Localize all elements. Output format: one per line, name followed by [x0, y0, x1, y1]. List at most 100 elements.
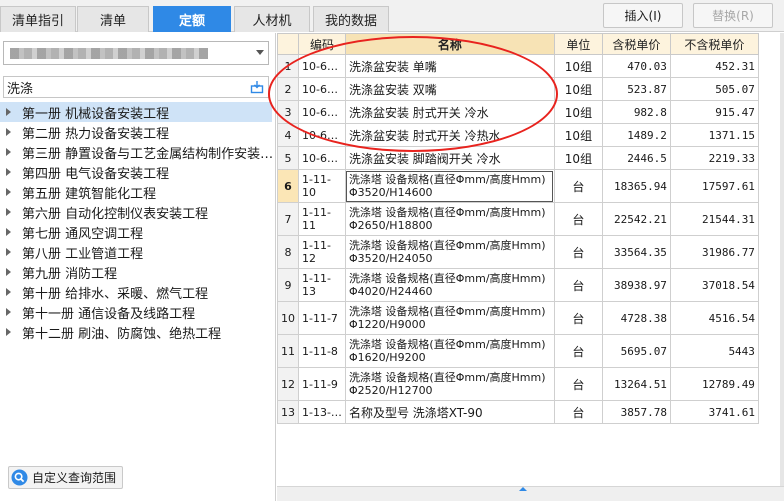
tree-item[interactable]: 第十一册 通信设备及线路工程	[0, 302, 272, 322]
cell-unit[interactable]: 台	[553, 268, 603, 302]
expand-arrow-icon[interactable]	[6, 308, 11, 316]
search-icon[interactable]	[250, 80, 264, 94]
cell-name[interactable]: 洗涤盆安装 单嘴	[344, 54, 555, 78]
table-row[interactable]: 1 10-6… 洗涤盆安装 单嘴 10组 470.03 452.31	[277, 54, 759, 78]
library-select[interactable]	[3, 41, 269, 65]
table-row[interactable]: 3 10-6… 洗涤盆安装 肘式开关 冷水 10组 982.8 915.47	[277, 100, 759, 124]
expand-arrow-icon[interactable]	[6, 248, 11, 256]
cell-name[interactable]: 洗涤塔 设备规格(直径Φmm/高度Hmm) Φ1220/H9000	[344, 301, 555, 335]
table-row[interactable]: 10 1-11-7 洗涤塔 设备规格(直径Φmm/高度Hmm) Φ1220/H9…	[277, 301, 759, 335]
collapse-arrow-icon[interactable]	[519, 487, 527, 491]
cell-notax-price[interactable]: 2219.33	[669, 146, 759, 170]
chevron-down-icon[interactable]	[256, 50, 264, 55]
expand-arrow-icon[interactable]	[6, 148, 11, 156]
cell-unit[interactable]: 台	[553, 334, 603, 368]
cell-name[interactable]: 洗涤盆安装 肘式开关 冷水	[344, 100, 555, 124]
cell-notax-price[interactable]: 5443	[669, 334, 759, 368]
cell-tax-price[interactable]: 982.8	[601, 100, 671, 124]
cell-code[interactable]: 10-6…	[298, 146, 346, 170]
cell-notax-price[interactable]: 4516.54	[669, 301, 759, 335]
cell-notax-price[interactable]: 31986.77	[669, 235, 759, 269]
expand-arrow-icon[interactable]	[6, 108, 11, 116]
header-notax-price[interactable]: 不含税单价	[669, 33, 759, 55]
cell-name[interactable]: 洗涤盆安装 双嘴	[344, 77, 555, 101]
cell-name[interactable]: 洗涤塔 设备规格(直径Φmm/高度Hmm) Φ3520/H14600	[344, 169, 555, 203]
header-name[interactable]: 名称	[344, 33, 555, 55]
search-input[interactable]: 洗涤	[3, 76, 269, 98]
cell-notax-price[interactable]: 1371.15	[669, 123, 759, 147]
cell-tax-price[interactable]: 38938.97	[601, 268, 671, 302]
tree-item[interactable]: 第一册 机械设备安装工程	[0, 102, 272, 122]
tab-list[interactable]: 清单	[77, 6, 149, 32]
replace-button[interactable]: 替换(R)	[693, 3, 773, 28]
tab-quota[interactable]: 定额	[153, 6, 231, 32]
table-row[interactable]: 4 10-6… 洗涤盆安装 肘式开关 冷热水 10组 1489.2 1371.1…	[277, 123, 759, 147]
table-row[interactable]: 11 1-11-8 洗涤塔 设备规格(直径Φmm/高度Hmm) Φ1620/H9…	[277, 334, 759, 368]
cell-tax-price[interactable]: 18365.94	[601, 169, 671, 203]
table-row[interactable]: 5 10-6… 洗涤盆安装 脚踏阀开关 冷水 10组 2446.5 2219.3…	[277, 146, 759, 170]
cell-notax-price[interactable]: 17597.61	[669, 169, 759, 203]
table-row[interactable]: 13 1-13-… 名称及型号 洗涤塔XT-90 台 3857.78 3741.…	[277, 400, 759, 424]
cell-unit[interactable]: 10组	[553, 100, 603, 124]
cell-unit[interactable]: 台	[553, 301, 603, 335]
cell-tax-price[interactable]: 2446.5	[601, 146, 671, 170]
tab-list-guide[interactable]: 清单指引	[0, 6, 76, 32]
table-row[interactable]: 9 1-11-13 洗涤塔 设备规格(直径Φmm/高度Hmm) Φ4020/H2…	[277, 268, 759, 302]
tree-item[interactable]: 第二册 热力设备安装工程	[0, 122, 272, 142]
tab-labor-material-machine[interactable]: 人材机	[234, 6, 310, 32]
cell-unit[interactable]: 10组	[553, 146, 603, 170]
expand-arrow-icon[interactable]	[6, 168, 11, 176]
cell-tax-price[interactable]: 523.87	[601, 77, 671, 101]
tree-item[interactable]: 第六册 自动化控制仪表安装工程	[0, 202, 272, 222]
table-row[interactable]: 7 1-11-11 洗涤塔 设备规格(直径Φmm/高度Hmm) Φ2650/H1…	[277, 202, 759, 236]
cell-code[interactable]: 1-11-12	[298, 235, 346, 269]
vertical-scrollbar[interactable]	[780, 33, 784, 486]
cell-notax-price[interactable]: 505.07	[669, 77, 759, 101]
tree-item[interactable]: 第十二册 刷油、防腐蚀、绝热工程	[0, 322, 272, 342]
cell-tax-price[interactable]: 4728.38	[601, 301, 671, 335]
cell-code[interactable]: 10-6…	[298, 54, 346, 78]
cell-notax-price[interactable]: 37018.54	[669, 268, 759, 302]
cell-code[interactable]: 1-11-10	[298, 169, 346, 203]
cell-unit[interactable]: 10组	[553, 54, 603, 78]
horizontal-scrollbar[interactable]	[277, 486, 784, 501]
cell-unit[interactable]: 台	[553, 235, 603, 269]
cell-code[interactable]: 10-6…	[298, 77, 346, 101]
cell-notax-price[interactable]: 915.47	[669, 100, 759, 124]
table-row-current[interactable]: 6 1-11-10 洗涤塔 设备规格(直径Φmm/高度Hmm) Φ3520/H1…	[277, 169, 759, 203]
cell-name[interactable]: 洗涤塔 设备规格(直径Φmm/高度Hmm) Φ3520/H24050	[344, 235, 555, 269]
cell-notax-price[interactable]: 452.31	[669, 54, 759, 78]
cell-tax-price[interactable]: 13264.51	[601, 367, 671, 401]
cell-unit[interactable]: 台	[553, 367, 603, 401]
cell-code[interactable]: 1-11-7	[298, 301, 346, 335]
cell-tax-price[interactable]: 470.03	[601, 54, 671, 78]
cell-unit[interactable]: 台	[553, 400, 603, 424]
cell-tax-price[interactable]: 3857.78	[601, 400, 671, 424]
cell-tax-price[interactable]: 22542.21	[601, 202, 671, 236]
table-row[interactable]: 2 10-6… 洗涤盆安装 双嘴 10组 523.87 505.07	[277, 77, 759, 101]
expand-arrow-icon[interactable]	[6, 268, 11, 276]
tree-item[interactable]: 第十册 给排水、采暖、燃气工程	[0, 282, 272, 302]
cell-notax-price[interactable]: 3741.61	[669, 400, 759, 424]
cell-tax-price[interactable]: 1489.2	[601, 123, 671, 147]
expand-arrow-icon[interactable]	[6, 128, 11, 136]
cell-name[interactable]: 洗涤盆安装 脚踏阀开关 冷水	[344, 146, 555, 170]
cell-unit[interactable]: 台	[553, 169, 603, 203]
insert-button[interactable]: 插入(I)	[603, 3, 683, 28]
table-row[interactable]: 12 1-11-9 洗涤塔 设备规格(直径Φmm/高度Hmm) Φ2520/H1…	[277, 367, 759, 401]
cell-notax-price[interactable]: 12789.49	[669, 367, 759, 401]
cell-name[interactable]: 洗涤塔 设备规格(直径Φmm/高度Hmm) Φ2520/H12700	[344, 367, 555, 401]
header-code[interactable]: 编码	[298, 33, 346, 55]
cell-name[interactable]: 洗涤塔 设备规格(直径Φmm/高度Hmm) Φ4020/H24460	[344, 268, 555, 302]
cell-code[interactable]: 1-11-13	[298, 268, 346, 302]
cell-name[interactable]: 洗涤塔 设备规格(直径Φmm/高度Hmm) Φ2650/H18800	[344, 202, 555, 236]
table-row[interactable]: 8 1-11-12 洗涤塔 设备规格(直径Φmm/高度Hmm) Φ3520/H2…	[277, 235, 759, 269]
cell-tax-price[interactable]: 5695.07	[601, 334, 671, 368]
cell-unit[interactable]: 台	[553, 202, 603, 236]
expand-arrow-icon[interactable]	[6, 188, 11, 196]
expand-arrow-icon[interactable]	[6, 208, 11, 216]
cell-name[interactable]: 洗涤塔 设备规格(直径Φmm/高度Hmm) Φ1620/H9200	[344, 334, 555, 368]
tree-item[interactable]: 第七册 通风空调工程	[0, 222, 272, 242]
cell-tax-price[interactable]: 33564.35	[601, 235, 671, 269]
cell-code[interactable]: 10-6…	[298, 100, 346, 124]
